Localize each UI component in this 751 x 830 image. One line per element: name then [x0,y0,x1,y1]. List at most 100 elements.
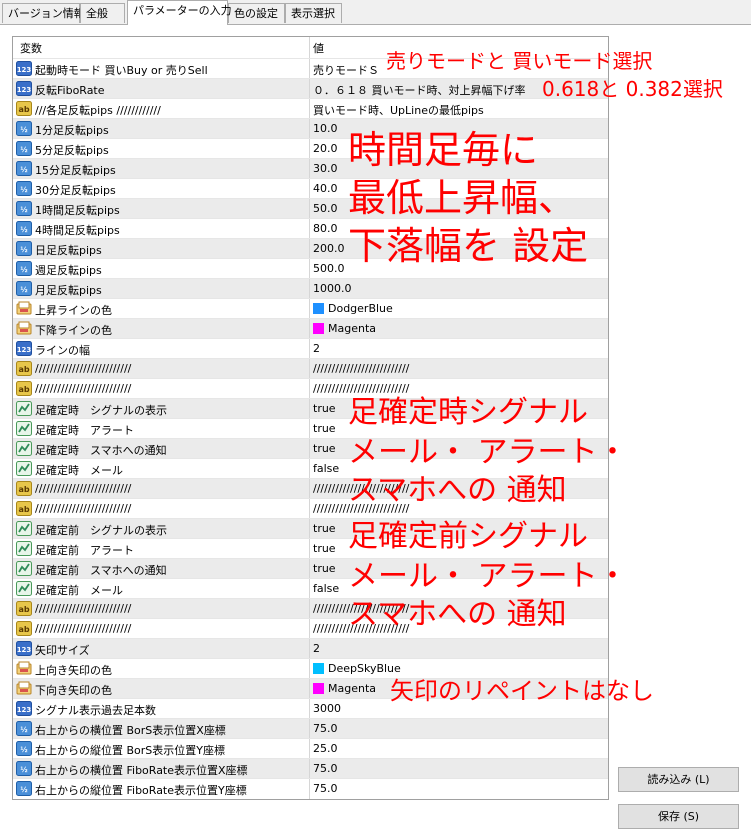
parameter-value[interactable]: 買いモード時、UpLineの最低pips [313,102,484,118]
parameter-value[interactable]: 30.0 [313,162,338,175]
parameter-value[interactable]: DodgerBlue [313,302,393,315]
table-row[interactable]: 上昇ラインの色 DodgerBlue [13,298,608,319]
parameter-name: ////////////////////////// [35,622,132,635]
parameter-value[interactable]: DeepSkyBlue [313,662,401,675]
parameter-value[interactable]: 10.0 [313,122,338,135]
bool-icon [16,521,32,536]
bool-icon [16,461,32,476]
parameter-name: ////////////////////////// [35,502,132,515]
parameter-value[interactable]: Magenta [313,682,376,695]
parameter-value[interactable]: 3000 [313,702,341,715]
svg-text:ab: ab [18,505,29,514]
parameter-value[interactable]: 80.0 [313,222,338,235]
svg-text:½: ½ [20,146,27,154]
parameter-value-text: 25.0 [313,742,338,755]
annotation-timeframe-2: 最低上昇幅、 [348,176,577,220]
svg-text:½: ½ [20,206,27,214]
double-icon: ½ [16,141,32,156]
parameter-value-text: 75.0 [313,722,338,735]
parameter-value[interactable]: 20.0 [313,142,338,155]
parameter-value-text: 50.0 [313,202,338,215]
tab-version[interactable]: バージョン情報 [2,3,85,23]
table-row[interactable]: ½ 右上からの縦位置 BorS表示位置Y座標 25.0 [13,738,608,759]
table-row[interactable]: ½ 月足反転pips 1000.0 [13,278,608,299]
parameter-value[interactable]: 75.0 [313,762,338,775]
parameter-name: 足確定前 メール [35,584,123,597]
parameter-value[interactable]: Magenta [313,322,376,335]
integer-icon: 123 [16,81,32,96]
table-row[interactable]: ½ 右上からの縦位置 FiboRate表示位置Y座標 75.0 [13,778,608,799]
integer-icon: 123 [16,341,32,356]
parameter-name: ////////////////////////// [35,382,132,395]
svg-text:ab: ab [18,485,29,494]
tab-visualization[interactable]: 表示選択 [285,3,342,23]
column-value[interactable]: 値 [313,40,324,56]
parameter-value-text: true [313,422,336,435]
parameter-value[interactable]: 売りモードＳ [313,62,379,78]
svg-text:ab: ab [18,625,29,634]
table-row[interactable]: 123 矢印サイズ 2 [13,638,608,659]
parameter-value-text: 20.0 [313,142,338,155]
parameter-value[interactable]: ０．６１８ 買いモード時、対上昇幅下げ率 [313,82,526,98]
parameter-value[interactable]: true [313,442,336,455]
table-row[interactable]: 123 反転FiboRate ０．６１８ 買いモード時、対上昇幅下げ率 [13,78,608,99]
parameter-value[interactable]: 200.0 [313,242,345,255]
table-row[interactable]: ab ////////////////////////// ////////////… [13,358,608,379]
parameter-value[interactable]: true [313,402,336,415]
parameter-value[interactable]: false [313,462,339,475]
parameter-name: 足確定時 メール [35,464,123,477]
table-row[interactable]: 下降ラインの色 Magenta [13,318,608,339]
table-row[interactable]: 123 ラインの幅 2 [13,338,608,359]
double-icon: ½ [16,741,32,756]
parameter-value[interactable]: 2 [313,642,320,655]
svg-text:½: ½ [20,746,27,754]
table-row[interactable]: 上向き矢印の色 DeepSkyBlue [13,658,608,679]
svg-text:½: ½ [20,246,27,254]
parameter-value[interactable]: 25.0 [313,742,338,755]
tab-colors[interactable]: 色の設定 [228,3,285,23]
parameter-value[interactable]: true [313,422,336,435]
parameter-value[interactable]: true [313,562,336,575]
parameter-name: 日足反転pips [35,244,102,257]
column-variable[interactable]: 変数 [20,40,42,56]
load-button[interactable]: 読み込み (L) [618,767,739,792]
tab-parameters[interactable]: パラメーターの入力 [127,0,232,25]
parameter-value[interactable]: 50.0 [313,202,338,215]
annotation-before-3: スマホへの 通知 [348,597,567,632]
parameter-value-text: 30.0 [313,162,338,175]
parameter-name: 足確定時 シグナルの表示 [35,404,167,417]
parameter-value[interactable]: 1000.0 [313,282,352,295]
string-icon: ab [16,101,32,116]
svg-text:½: ½ [20,726,27,734]
table-row[interactable]: ½ 右上からの横位置 FiboRate表示位置X座標 75.0 [13,758,608,779]
parameter-value[interactable]: 2 [313,342,320,355]
double-icon: ½ [16,281,32,296]
parameter-value[interactable]: 75.0 [313,722,338,735]
parameter-value[interactable]: true [313,522,336,535]
string-icon: ab [16,481,32,496]
parameter-value[interactable]: true [313,542,336,555]
parameter-value[interactable]: 40.0 [313,182,338,195]
table-row[interactable]: ½ 右上からの横位置 BorS表示位置X座標 75.0 [13,718,608,739]
parameter-value-text: ////////////////////////// [313,362,410,375]
double-icon: ½ [16,201,32,216]
parameter-name: 下降ラインの色 [35,324,112,337]
parameter-name: 矢印サイズ [35,644,90,657]
svg-text:½: ½ [20,166,27,174]
parameter-name: 足確定前 アラート [35,544,134,557]
parameter-name: 週足反転pips [35,264,102,277]
table-row[interactable]: ab ///各足反転pips //////////// 買いモード時、UpLineの… [13,98,608,119]
parameter-value[interactable]: ////////////////////////// [313,362,409,375]
parameter-value[interactable]: 500.0 [313,262,345,275]
double-icon: ½ [16,781,32,796]
tab-general[interactable]: 全般 [80,3,125,23]
parameter-value-text: 75.0 [313,762,338,775]
parameter-value[interactable]: false [313,582,339,595]
svg-text:123: 123 [17,706,32,714]
parameter-value-text: false [313,582,340,595]
save-button[interactable]: 保存 (S) [618,804,739,829]
parameter-value[interactable]: 75.0 [313,782,338,795]
color-swatch [313,303,324,314]
parameter-value-text: 200.0 [313,242,345,255]
parameter-name: 上昇ラインの色 [35,304,112,317]
